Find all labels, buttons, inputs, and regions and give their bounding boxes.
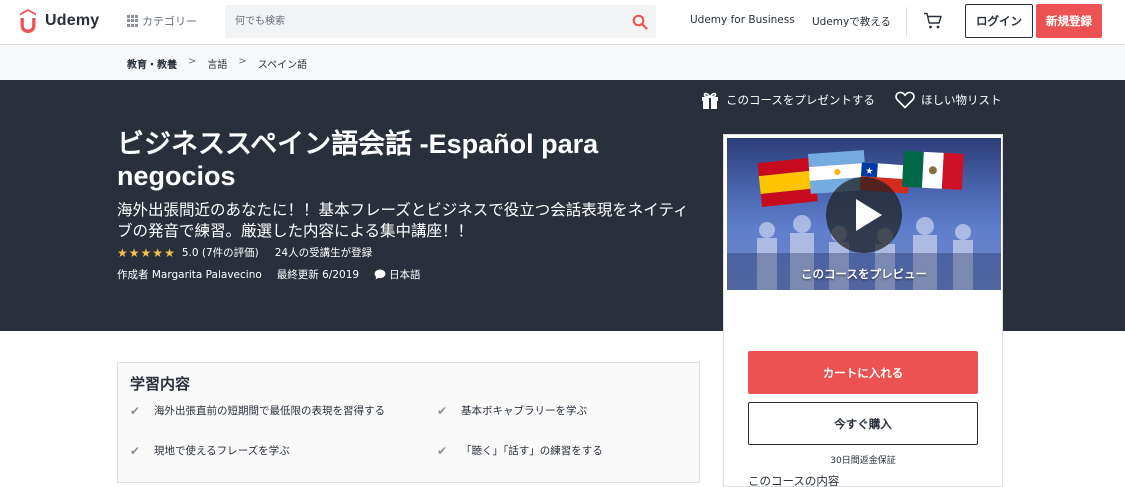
breadcrumb: 教育・教養 > 言語 > スペイン語 <box>127 56 307 71</box>
categories-menu[interactable]: カテゴリー <box>127 13 197 29</box>
gift-course-button[interactable]: このコースをプレゼントする <box>700 91 875 109</box>
course-title: ビジネススペイン語会話 -Español para negocios <box>117 129 599 191</box>
learn-item-text: 「聴く」「話す」の練習をする <box>461 445 603 457</box>
search-input[interactable] <box>225 5 620 38</box>
speech-bubble-icon <box>374 269 386 280</box>
learn-item-text: 現地で使えるフレーズを学ぶ <box>154 445 290 457</box>
preview-label: このコースをプレビュー <box>801 267 927 281</box>
grid-icon <box>127 15 139 27</box>
signup-button[interactable]: 新規登録 <box>1036 4 1102 38</box>
money-back-guarantee: 30日間返金保証 <box>830 456 896 466</box>
enrolled-count: 24人の受講生が登録 <box>274 247 373 259</box>
course-meta: 作成者 Margarita Palavecino 最終更新 6/2019 日本語 <box>117 267 421 282</box>
learn-item-text: 海外出張直前の短期間で最低限の表現を習得する <box>154 405 385 417</box>
breadcrumb-separator: > <box>188 56 197 67</box>
wishlist-label: ほしい物リスト <box>921 93 1002 107</box>
udemy-for-business-link[interactable]: Udemy for Business <box>690 14 795 26</box>
play-icon <box>856 199 882 231</box>
buy-now-button[interactable]: 今すぐ購入 <box>748 402 978 445</box>
udemy-logo[interactable]: Udemy <box>16 9 99 33</box>
wishlist-button[interactable]: ほしい物リスト <box>895 91 1002 109</box>
categories-label: カテゴリー <box>142 15 197 28</box>
check-icon: ✔ <box>437 404 448 418</box>
check-icon: ✔ <box>437 444 448 458</box>
check-icon: ✔ <box>130 404 141 418</box>
breadcrumb-item-language[interactable]: 言語 <box>207 56 227 71</box>
breadcrumb-item-education[interactable]: 教育・教養 <box>127 56 177 71</box>
star-icon: ★ <box>164 245 175 260</box>
learn-item: ✔ 現地で使えるフレーズを学ぶ <box>130 443 395 459</box>
breadcrumb-item-spanish[interactable]: スペイン語 <box>258 56 307 71</box>
star-icon: ★ <box>117 245 128 260</box>
header-divider <box>906 7 907 37</box>
learn-item: ✔ 海外出張直前の短期間で最低限の表現を習得する <box>130 403 395 419</box>
breadcrumb-separator: > <box>238 56 247 67</box>
language: 日本語 <box>374 267 421 282</box>
learn-item-text: 基本ボキャブラリーを学ぶ <box>461 405 587 417</box>
teach-on-udemy-link[interactable]: Udemyで教える <box>812 14 891 29</box>
purchase-card: ★ このコースをプレビュー カートに入れる 今すぐ購入 30日間返金保証 このコ… <box>723 134 1003 487</box>
breadcrumb-bar: 教育・教養 > 言語 > スペイン語 <box>0 46 1125 80</box>
heart-icon <box>895 91 915 109</box>
course-preview[interactable]: ★ このコースをプレビュー <box>727 138 1001 290</box>
search-bar <box>225 5 656 38</box>
star-icon: ★ <box>152 245 164 260</box>
star-icon: ★ <box>128 245 140 260</box>
learn-title: 学習内容 <box>130 375 191 393</box>
top-nav: Udemy カテゴリー Udemy for Business Udemyで教える… <box>0 0 1125 45</box>
login-button[interactable]: ログイン <box>965 4 1033 38</box>
gift-label: このコースをプレゼントする <box>726 93 875 107</box>
gift-icon <box>702 92 718 109</box>
author-text[interactable]: 作成者 Margarita Palavecino <box>117 267 262 282</box>
logo-text: Udemy <box>45 12 100 29</box>
udemy-logo-icon <box>20 9 36 33</box>
rating-row: ★ ★ ★ ★ ★ 5.0 (7件の評価) 24人の受講生が登録 <box>117 245 372 260</box>
rating-text[interactable]: 5.0 (7件の評価) <box>182 245 259 260</box>
course-subtitle: 海外出張間近のあなたに！！基本フレーズとビジネスで役立つ会話表現をネイティブの発… <box>117 201 689 240</box>
search-icon[interactable] <box>632 14 648 30</box>
add-to-cart-button[interactable]: カートに入れる <box>748 351 978 394</box>
last-updated: 最終更新 6/2019 <box>276 269 360 281</box>
language-text: 日本語 <box>389 269 421 281</box>
learn-item: ✔ 基本ボキャブラリーを学ぶ <box>437 403 687 419</box>
learn-item: ✔ 「聴く」「話す」の練習をする <box>437 443 687 459</box>
star-icon: ★ <box>140 245 152 260</box>
play-button[interactable] <box>826 177 902 253</box>
what-you-will-learn: 学習内容 ✔ 海外出張直前の短期間で最低限の表現を習得する ✔ 基本ボキャブラリ… <box>117 362 700 483</box>
svg-text:★: ★ <box>865 166 874 177</box>
cart-icon[interactable] <box>923 12 943 30</box>
course-includes-title: このコースの内容 <box>748 474 840 487</box>
rating-stars: ★ ★ ★ ★ ★ <box>117 247 176 259</box>
check-icon: ✔ <box>130 444 141 458</box>
